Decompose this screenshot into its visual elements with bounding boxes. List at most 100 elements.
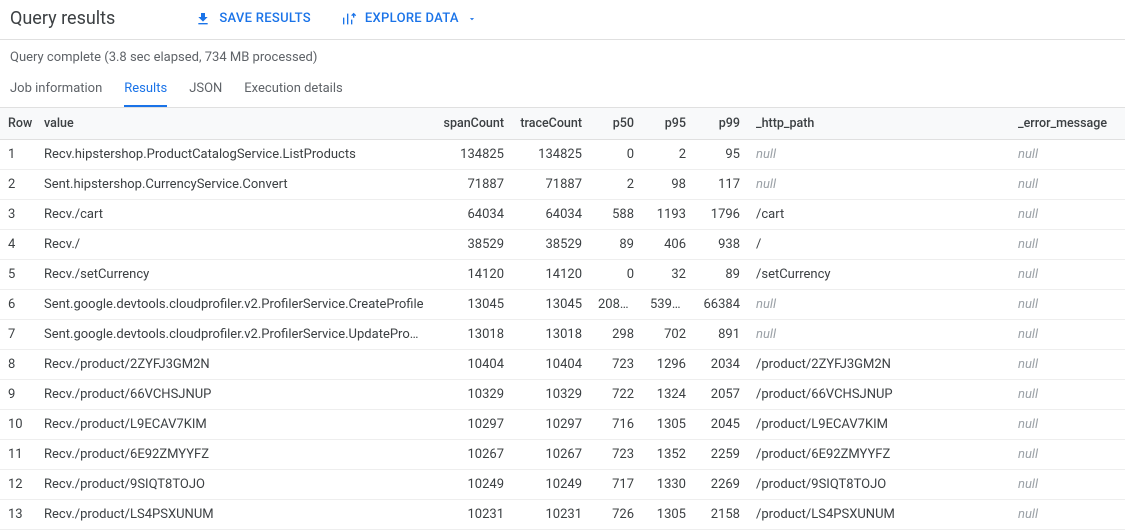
null-value: null [1018,477,1038,492]
cell-error-message: null [1010,260,1125,290]
cell-spancount: 10329 [432,380,512,410]
cell-error-message: null [1010,410,1125,440]
cell-tracecount: 134825 [512,140,590,170]
col-p50[interactable]: p50 [590,108,642,140]
tab-job-information[interactable]: Job information [10,71,102,107]
cell-row-number: 8 [0,350,36,380]
cell-tracecount: 13018 [512,320,590,350]
tab-json[interactable]: JSON [189,71,222,107]
cell-p95: 1330 [642,470,694,500]
cell-tracecount: 64034 [512,200,590,230]
cell-http-path: / [748,230,1010,260]
cell-row-number: 7 [0,320,36,350]
cell-value: Recv./product/2ZYFJ3GM2N [36,350,432,380]
table-row[interactable]: 11Recv./product/6E92ZMYYFZ10267102677231… [0,440,1125,470]
cell-value: Recv.hipstershop.ProductCatalogService.L… [36,140,432,170]
bar-chart-icon [341,11,357,27]
table-row[interactable]: 6Sent.google.devtools.cloudprofiler.v2.P… [0,290,1125,320]
cell-p99: 2158 [694,500,748,530]
save-results-label: Save Results [219,11,311,26]
cell-row-number: 1 [0,140,36,170]
save-results-button[interactable]: Save Results [195,11,311,27]
cell-row-number: 9 [0,380,36,410]
cell-error-message: null [1010,290,1125,320]
cell-p99: 2034 [694,350,748,380]
cell-tracecount: 10267 [512,440,590,470]
col-row[interactable]: Row [0,108,36,140]
cell-spancount: 13018 [432,320,512,350]
cell-http-path: /setCurrency [748,260,1010,290]
explore-data-button[interactable]: Explore Data [341,11,485,27]
table-row[interactable]: 9Recv./product/66VCHSJNUP103291032972213… [0,380,1125,410]
chevron-down-icon [467,14,477,24]
table-row[interactable]: 1Recv.hipstershop.ProductCatalogService.… [0,140,1125,170]
null-value: null [1018,177,1038,192]
table-row[interactable]: 13Recv./product/LS4PSXUNUM10231102317261… [0,500,1125,530]
cell-http-path: /product/2ZYFJ3GM2N [748,350,1010,380]
table-header-row: Row value spanCount traceCount p50 p95 p… [0,108,1125,140]
cell-tracecount: 38529 [512,230,590,260]
table-row[interactable]: 8Recv./product/2ZYFJ3GM2N104041040472312… [0,350,1125,380]
null-value: null [756,147,776,162]
table-row[interactable]: 3Recv./cart640346403458811931796/cartnul… [0,200,1125,230]
null-value: null [1018,357,1038,372]
cell-p50: 717 [590,470,642,500]
cell-p99: 1796 [694,200,748,230]
cell-p95: 53925 [642,290,694,320]
table-row[interactable]: 12Recv./product/9SIQT8TOJO10249102497171… [0,470,1125,500]
table-row[interactable]: 4Recv./385293852989406938/null [0,230,1125,260]
cell-spancount: 71887 [432,170,512,200]
col-p95[interactable]: p95 [642,108,694,140]
query-status: Query complete (3.8 sec elapsed, 734 MB … [0,40,1125,71]
cell-http-path: null [748,290,1010,320]
table-row[interactable]: 7Sent.google.devtools.cloudprofiler.v2.P… [0,320,1125,350]
cell-error-message: null [1010,350,1125,380]
cell-p50: 20859 [590,290,642,320]
col-tracecount[interactable]: traceCount [512,108,590,140]
table-row[interactable]: 2Sent.hipstershop.CurrencyService.Conver… [0,170,1125,200]
cell-http-path: /product/L9ECAV7KIM [748,410,1010,440]
cell-p50: 0 [590,260,642,290]
cell-http-path: /product/9SIQT8TOJO [748,470,1010,500]
cell-error-message: null [1010,380,1125,410]
cell-tracecount: 10249 [512,470,590,500]
cell-row-number: 12 [0,470,36,500]
cell-row-number: 13 [0,500,36,530]
cell-row-number: 10 [0,410,36,440]
cell-value: Recv./setCurrency [36,260,432,290]
col-p99[interactable]: p99 [694,108,748,140]
table-row[interactable]: 10Recv./product/L9ECAV7KIM10297102977161… [0,410,1125,440]
cell-p99: 2045 [694,410,748,440]
cell-error-message: null [1010,440,1125,470]
cell-http-path: null [748,170,1010,200]
cell-error-message: null [1010,170,1125,200]
cell-tracecount: 10297 [512,410,590,440]
cell-p95: 1305 [642,410,694,440]
cell-spancount: 64034 [432,200,512,230]
cell-p50: 298 [590,320,642,350]
cell-p95: 1305 [642,500,694,530]
null-value: null [756,177,776,192]
col-value[interactable]: value [36,108,432,140]
tab-execution-details[interactable]: Execution details [244,71,342,107]
cell-p95: 1324 [642,380,694,410]
results-header: Query results Save Results Explore Data [0,0,1125,40]
col-error-message[interactable]: _error_message [1010,108,1125,140]
cell-p99: 2259 [694,440,748,470]
cell-error-message: null [1010,470,1125,500]
cell-error-message: null [1010,320,1125,350]
cell-p50: 0 [590,140,642,170]
cell-p99: 2057 [694,380,748,410]
cell-value: Sent.hipstershop.CurrencyService.Convert [36,170,432,200]
cell-p50: 723 [590,350,642,380]
col-http-path[interactable]: _http_path [748,108,1010,140]
cell-p95: 98 [642,170,694,200]
table-row[interactable]: 5Recv./setCurrency141201412003289/setCur… [0,260,1125,290]
null-value: null [1018,207,1038,222]
cell-p99: 95 [694,140,748,170]
col-spancount[interactable]: spanCount [432,108,512,140]
tab-results[interactable]: Results [124,71,167,107]
cell-tracecount: 14120 [512,260,590,290]
cell-spancount: 10297 [432,410,512,440]
cell-tracecount: 10404 [512,350,590,380]
